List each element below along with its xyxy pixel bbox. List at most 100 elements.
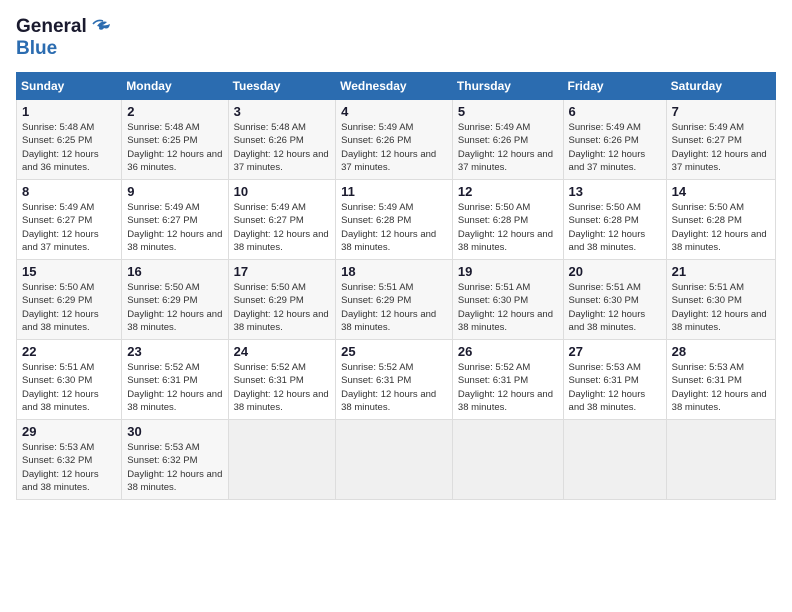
day-of-week-header: Friday (563, 73, 666, 100)
calendar-cell (563, 420, 666, 500)
calendar-cell: 29 Sunrise: 5:53 AMSunset: 6:32 PMDaylig… (17, 420, 122, 500)
day-number: 17 (234, 264, 331, 279)
calendar-cell: 4 Sunrise: 5:49 AMSunset: 6:26 PMDayligh… (336, 100, 453, 180)
day-of-week-header: Tuesday (228, 73, 336, 100)
calendar-cell: 2 Sunrise: 5:48 AMSunset: 6:25 PMDayligh… (122, 100, 228, 180)
logo-bird-icon (89, 16, 115, 36)
day-info: Sunrise: 5:48 AMSunset: 6:25 PMDaylight:… (22, 121, 116, 174)
day-info: Sunrise: 5:53 AMSunset: 6:32 PMDaylight:… (22, 441, 116, 494)
day-number: 1 (22, 104, 116, 119)
day-info: Sunrise: 5:49 AMSunset: 6:26 PMDaylight:… (458, 121, 558, 174)
day-info: Sunrise: 5:48 AMSunset: 6:26 PMDaylight:… (234, 121, 331, 174)
calendar-table: SundayMondayTuesdayWednesdayThursdayFrid… (16, 72, 776, 500)
calendar-cell: 6 Sunrise: 5:49 AMSunset: 6:26 PMDayligh… (563, 100, 666, 180)
day-info: Sunrise: 5:53 AMSunset: 6:32 PMDaylight:… (127, 441, 222, 494)
calendar-cell: 23 Sunrise: 5:52 AMSunset: 6:31 PMDaylig… (122, 340, 228, 420)
day-info: Sunrise: 5:51 AMSunset: 6:30 PMDaylight:… (22, 361, 116, 414)
calendar-week-row: 15 Sunrise: 5:50 AMSunset: 6:29 PMDaylig… (17, 260, 776, 340)
day-info: Sunrise: 5:51 AMSunset: 6:30 PMDaylight:… (458, 281, 558, 334)
day-info: Sunrise: 5:51 AMSunset: 6:29 PMDaylight:… (341, 281, 447, 334)
calendar-cell: 30 Sunrise: 5:53 AMSunset: 6:32 PMDaylig… (122, 420, 228, 500)
day-info: Sunrise: 5:51 AMSunset: 6:30 PMDaylight:… (569, 281, 661, 334)
day-number: 22 (22, 344, 116, 359)
day-number: 9 (127, 184, 222, 199)
day-info: Sunrise: 5:49 AMSunset: 6:27 PMDaylight:… (22, 201, 116, 254)
day-number: 28 (672, 344, 770, 359)
day-number: 3 (234, 104, 331, 119)
day-of-week-header: Wednesday (336, 73, 453, 100)
day-info: Sunrise: 5:50 AMSunset: 6:28 PMDaylight:… (458, 201, 558, 254)
day-number: 24 (234, 344, 331, 359)
day-info: Sunrise: 5:53 AMSunset: 6:31 PMDaylight:… (569, 361, 661, 414)
day-number: 8 (22, 184, 116, 199)
logo-blue: Blue (16, 38, 57, 60)
calendar-header-row: SundayMondayTuesdayWednesdayThursdayFrid… (17, 73, 776, 100)
day-info: Sunrise: 5:49 AMSunset: 6:27 PMDaylight:… (672, 121, 770, 174)
day-number: 11 (341, 184, 447, 199)
calendar-cell: 16 Sunrise: 5:50 AMSunset: 6:29 PMDaylig… (122, 260, 228, 340)
calendar-cell: 19 Sunrise: 5:51 AMSunset: 6:30 PMDaylig… (452, 260, 563, 340)
calendar-cell: 28 Sunrise: 5:53 AMSunset: 6:31 PMDaylig… (666, 340, 775, 420)
day-number: 15 (22, 264, 116, 279)
day-info: Sunrise: 5:52 AMSunset: 6:31 PMDaylight:… (341, 361, 447, 414)
day-info: Sunrise: 5:50 AMSunset: 6:29 PMDaylight:… (22, 281, 116, 334)
day-info: Sunrise: 5:50 AMSunset: 6:29 PMDaylight:… (127, 281, 222, 334)
day-info: Sunrise: 5:52 AMSunset: 6:31 PMDaylight:… (127, 361, 222, 414)
day-info: Sunrise: 5:50 AMSunset: 6:28 PMDaylight:… (672, 201, 770, 254)
calendar-cell: 24 Sunrise: 5:52 AMSunset: 6:31 PMDaylig… (228, 340, 336, 420)
day-number: 7 (672, 104, 770, 119)
calendar-week-row: 8 Sunrise: 5:49 AMSunset: 6:27 PMDayligh… (17, 180, 776, 260)
page-header: General Blue (16, 16, 776, 60)
calendar-cell: 1 Sunrise: 5:48 AMSunset: 6:25 PMDayligh… (17, 100, 122, 180)
day-info: Sunrise: 5:50 AMSunset: 6:28 PMDaylight:… (569, 201, 661, 254)
calendar-cell: 14 Sunrise: 5:50 AMSunset: 6:28 PMDaylig… (666, 180, 775, 260)
calendar-cell: 27 Sunrise: 5:53 AMSunset: 6:31 PMDaylig… (563, 340, 666, 420)
day-number: 27 (569, 344, 661, 359)
calendar-cell (228, 420, 336, 500)
day-info: Sunrise: 5:49 AMSunset: 6:28 PMDaylight:… (341, 201, 447, 254)
day-info: Sunrise: 5:51 AMSunset: 6:30 PMDaylight:… (672, 281, 770, 334)
calendar-cell: 26 Sunrise: 5:52 AMSunset: 6:31 PMDaylig… (452, 340, 563, 420)
calendar-cell: 25 Sunrise: 5:52 AMSunset: 6:31 PMDaylig… (336, 340, 453, 420)
calendar-cell: 20 Sunrise: 5:51 AMSunset: 6:30 PMDaylig… (563, 260, 666, 340)
day-number: 16 (127, 264, 222, 279)
day-info: Sunrise: 5:49 AMSunset: 6:27 PMDaylight:… (234, 201, 331, 254)
calendar-cell: 12 Sunrise: 5:50 AMSunset: 6:28 PMDaylig… (452, 180, 563, 260)
calendar-cell: 22 Sunrise: 5:51 AMSunset: 6:30 PMDaylig… (17, 340, 122, 420)
day-number: 29 (22, 424, 116, 439)
day-info: Sunrise: 5:49 AMSunset: 6:27 PMDaylight:… (127, 201, 222, 254)
calendar-cell: 11 Sunrise: 5:49 AMSunset: 6:28 PMDaylig… (336, 180, 453, 260)
day-number: 14 (672, 184, 770, 199)
calendar-cell: 15 Sunrise: 5:50 AMSunset: 6:29 PMDaylig… (17, 260, 122, 340)
calendar-cell (666, 420, 775, 500)
day-info: Sunrise: 5:52 AMSunset: 6:31 PMDaylight:… (234, 361, 331, 414)
logo-container: General Blue (16, 16, 115, 60)
day-of-week-header: Monday (122, 73, 228, 100)
calendar-cell: 7 Sunrise: 5:49 AMSunset: 6:27 PMDayligh… (666, 100, 775, 180)
day-number: 20 (569, 264, 661, 279)
day-number: 30 (127, 424, 222, 439)
calendar-cell: 10 Sunrise: 5:49 AMSunset: 6:27 PMDaylig… (228, 180, 336, 260)
calendar-cell: 9 Sunrise: 5:49 AMSunset: 6:27 PMDayligh… (122, 180, 228, 260)
day-number: 10 (234, 184, 331, 199)
day-number: 21 (672, 264, 770, 279)
calendar-cell: 8 Sunrise: 5:49 AMSunset: 6:27 PMDayligh… (17, 180, 122, 260)
day-number: 2 (127, 104, 222, 119)
day-of-week-header: Thursday (452, 73, 563, 100)
calendar-week-row: 22 Sunrise: 5:51 AMSunset: 6:30 PMDaylig… (17, 340, 776, 420)
calendar-cell (452, 420, 563, 500)
calendar-week-row: 29 Sunrise: 5:53 AMSunset: 6:32 PMDaylig… (17, 420, 776, 500)
day-number: 6 (569, 104, 661, 119)
calendar-cell (336, 420, 453, 500)
calendar-cell: 3 Sunrise: 5:48 AMSunset: 6:26 PMDayligh… (228, 100, 336, 180)
day-of-week-header: Sunday (17, 73, 122, 100)
day-info: Sunrise: 5:49 AMSunset: 6:26 PMDaylight:… (341, 121, 447, 174)
calendar-cell: 17 Sunrise: 5:50 AMSunset: 6:29 PMDaylig… (228, 260, 336, 340)
day-number: 4 (341, 104, 447, 119)
calendar-cell: 5 Sunrise: 5:49 AMSunset: 6:26 PMDayligh… (452, 100, 563, 180)
day-number: 25 (341, 344, 447, 359)
day-info: Sunrise: 5:50 AMSunset: 6:29 PMDaylight:… (234, 281, 331, 334)
day-number: 18 (341, 264, 447, 279)
calendar-week-row: 1 Sunrise: 5:48 AMSunset: 6:25 PMDayligh… (17, 100, 776, 180)
calendar-cell: 21 Sunrise: 5:51 AMSunset: 6:30 PMDaylig… (666, 260, 775, 340)
